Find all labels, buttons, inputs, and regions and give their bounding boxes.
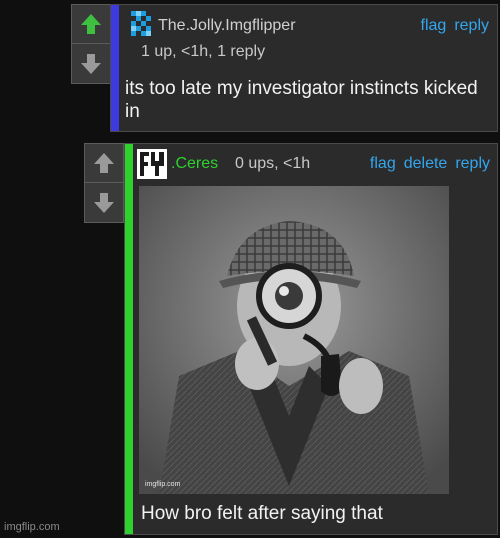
comment-meta: 0 ups, <1h (235, 155, 311, 172)
vote-column-1 (71, 4, 111, 84)
comment-text: its too late my investigator instincts k… (125, 78, 478, 122)
reply-link[interactable]: reply (455, 155, 490, 173)
comment-meta: 1 up, <1h, 1 reply (141, 43, 266, 60)
arrow-down-icon (94, 192, 114, 213)
pixel-avatar-icon[interactable] (129, 11, 155, 41)
vote-column-2 (84, 143, 124, 223)
delete-link[interactable]: delete (404, 155, 448, 173)
comment-actions: flag delete reply (362, 155, 490, 173)
user-color-bar (125, 144, 133, 534)
user-color-bar (111, 5, 119, 131)
reply-link[interactable]: reply (454, 17, 489, 35)
meme-image[interactable]: imgflip.com (139, 186, 449, 494)
image-watermark: imgflip.com (145, 481, 181, 488)
upvote-button[interactable] (84, 143, 124, 183)
downvote-button[interactable] (84, 183, 124, 223)
comment-1: The.Jolly.Imgflipper flag reply 1 up, <1… (110, 4, 498, 132)
comment-actions: flag reply (413, 17, 489, 35)
username[interactable]: The.Jolly.Imgflipper (158, 17, 296, 35)
flag-link[interactable]: flag (421, 17, 447, 35)
site-watermark: imgflip.com (4, 521, 60, 533)
image-caption: How bro felt after saying that (141, 503, 383, 524)
letter-avatar-icon[interactable] (137, 149, 167, 179)
arrow-down-icon (81, 53, 101, 74)
arrow-up-green-icon (81, 14, 101, 34)
arrow-up-icon (94, 153, 114, 173)
comment-2: .Ceres 0 ups, <1h flag delete reply imgf… (124, 143, 498, 535)
flag-link[interactable]: flag (370, 155, 396, 173)
username[interactable]: .Ceres (171, 155, 218, 173)
downvote-button[interactable] (71, 44, 111, 84)
upvote-button[interactable] (71, 4, 111, 44)
